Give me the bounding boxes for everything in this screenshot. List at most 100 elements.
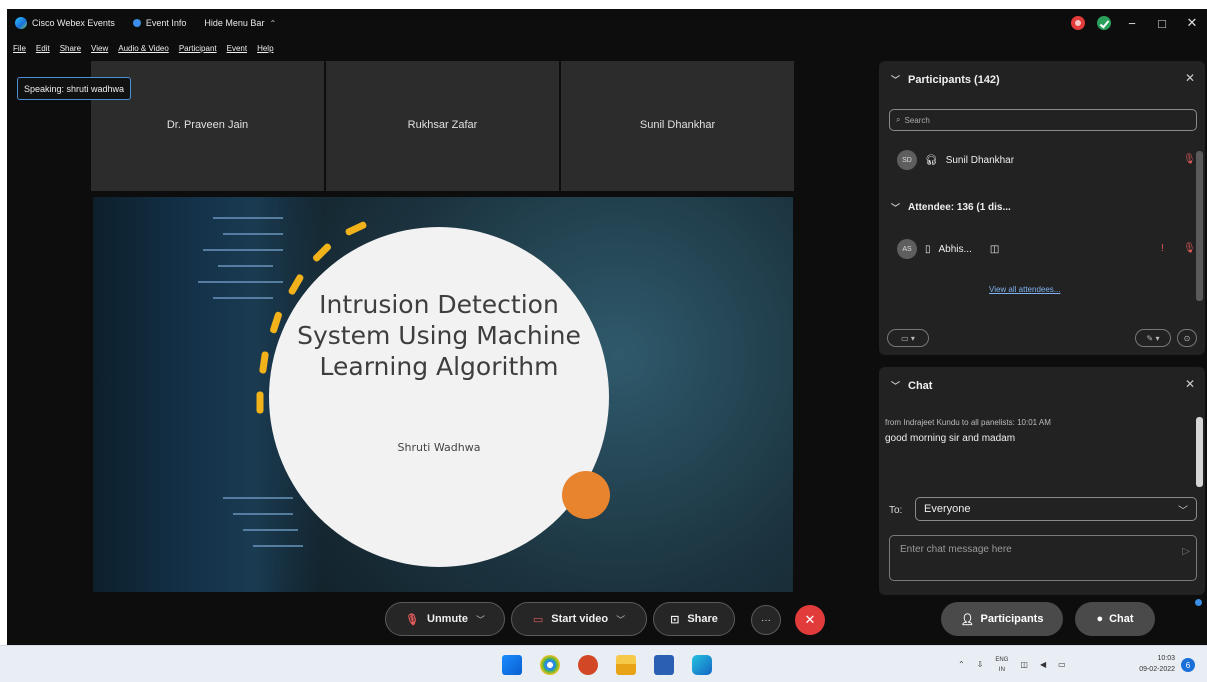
battery-icon[interactable]: ▭ <box>1058 660 1066 669</box>
chevron-down-icon: ﹀ <box>475 614 485 625</box>
close-chat-button[interactable]: ✕ <box>1185 377 1195 391</box>
chevron-down-icon: ﹀ <box>891 381 901 391</box>
unmute-button[interactable]: 🎙︎ Unmute ﹀ <box>385 602 505 636</box>
send-icon[interactable]: ▷ <box>1182 546 1190 557</box>
app-title: Cisco Webex Events <box>15 17 115 29</box>
maximize-button[interactable]: □ <box>1153 16 1171 31</box>
start-video-label: Start video <box>551 613 609 625</box>
chat-toggle-label: Chat <box>1109 613 1134 625</box>
muted-mic-icon[interactable]: 🎙︎ <box>1183 243 1196 254</box>
unmute-label: Unmute <box>427 613 468 625</box>
avatar: SD <box>897 150 917 170</box>
chrome-icon[interactable] <box>540 655 560 675</box>
view-options-button[interactable]: ▭ ▾ <box>887 329 929 347</box>
chat-toggle-button[interactable]: ● Chat <box>1075 602 1155 636</box>
decor-dash <box>344 220 368 237</box>
search-icon: ⌕ <box>896 115 901 124</box>
event-info-button[interactable]: Event Info <box>132 18 186 28</box>
shared-content: Intrusion Detection System Using Machine… <box>93 197 793 592</box>
hide-menu-bar-button[interactable]: Hide Menu Bar ⌃ <box>204 18 276 28</box>
chat-message-input[interactable]: Enter chat message here ▷ <box>889 535 1197 581</box>
menu-share[interactable]: Share <box>60 44 81 53</box>
menu-edit[interactable]: Edit <box>36 44 50 53</box>
windows-start-icon[interactable] <box>502 655 522 675</box>
recording-icon[interactable] <box>1071 16 1085 30</box>
chat-header[interactable]: ﹀ Chat <box>891 379 932 392</box>
clock-time: 10:03 <box>1157 655 1175 662</box>
video-thumbnail[interactable]: Sunil Dhankhar <box>561 61 794 191</box>
participant-name: Rukhsar Zafar <box>407 119 478 131</box>
muted-mic-icon[interactable]: 🎙︎ <box>1183 154 1196 165</box>
menu-file[interactable]: File <box>13 44 26 53</box>
view-all-attendees-link[interactable]: View all attendees... <box>989 285 1060 294</box>
language-bottom: IN <box>998 666 1005 673</box>
chat-message-sender: from Indrajeet Kundu to all panelists: 1… <box>885 418 1051 427</box>
participants-scrollbar[interactable] <box>1196 151 1203 301</box>
clock[interactable]: 10:03 09-02-2022 <box>1139 653 1175 675</box>
chevron-up-icon: ⌃ <box>269 18 277 28</box>
windows-taskbar: ⌃ ⇩ ENG IN ◫ ◀︎ ▭ 10:03 09-02-2022 6 <box>0 645 1207 682</box>
chevron-down-icon: ﹀ <box>616 614 626 625</box>
chevron-down-icon: ﹀ <box>1178 505 1188 517</box>
info-icon <box>132 19 141 27</box>
participants-title: Participants (142) <box>908 73 1000 86</box>
close-participants-button[interactable]: ✕ <box>1185 71 1195 85</box>
menu-help[interactable]: Help <box>257 44 273 53</box>
participants-toggle-label: Participants <box>980 613 1044 625</box>
participant-row[interactable]: SD 🎧︎ Sunil Dhankhar <box>897 150 1014 170</box>
menu-audio-video[interactable]: Audio & Video <box>118 44 169 53</box>
webex-window: Cisco Webex Events Event Info Hide Menu … <box>7 9 1207 645</box>
avatar: AS <box>897 239 917 259</box>
chevron-down-icon: ﹀ <box>891 75 901 85</box>
headset-icon: 🎧︎ <box>925 154 938 166</box>
slide-author: Shruti Wadhwa <box>397 441 481 454</box>
language-top: ENG <box>995 656 1009 663</box>
file-explorer-icon[interactable] <box>616 655 636 675</box>
attendee-section-header[interactable]: ﹀ Attendee: 136 (1 dis... <box>891 201 1011 214</box>
title-circle <box>269 227 609 567</box>
share-label: Share <box>687 613 718 625</box>
title-bar: Cisco Webex Events Event Info Hide Menu … <box>7 9 1207 37</box>
chat-scrollbar[interactable] <box>1196 417 1203 487</box>
powerpoint-icon[interactable] <box>578 655 598 675</box>
webex-taskbar-icon[interactable] <box>692 655 712 675</box>
word-icon[interactable] <box>654 655 674 675</box>
minimize-button[interactable]: − <box>1123 16 1141 31</box>
clock-date: 09-02-2022 <box>1139 666 1175 673</box>
menu-bar: File Edit Share View Audio & Video Parti… <box>7 39 277 57</box>
more-options-button[interactable]: ··· <box>751 605 781 635</box>
close-window-button[interactable]: ✕ <box>1183 15 1201 31</box>
participants-toggle-button[interactable]: 👤︎ Participants <box>941 602 1063 636</box>
notification-badge[interactable]: 6 <box>1181 658 1195 672</box>
participant-name: Sunil Dhankhar <box>945 154 1015 166</box>
menu-view[interactable]: View <box>91 44 108 53</box>
start-video-button[interactable]: ▭ Start video ﹀ <box>511 602 647 636</box>
window-controls: − □ ✕ <box>1071 9 1201 37</box>
device-status-icon: ◫ <box>989 243 1000 255</box>
network-icon[interactable]: ◫ <box>1020 660 1028 669</box>
menu-event[interactable]: Event <box>227 44 247 53</box>
secure-connection-icon[interactable] <box>1097 16 1111 30</box>
reactions-button[interactable]: ✎ ▾ <box>1135 329 1171 347</box>
menu-participant[interactable]: Participant <box>179 44 217 53</box>
alert-icon: ! <box>1161 243 1164 254</box>
participant-name: Sunil Dhankhar <box>639 119 716 131</box>
chat-message-text: good morning sir and madam <box>885 433 1016 444</box>
hide-menu-label: Hide Menu Bar <box>204 18 265 28</box>
chat-bubble-icon: ● <box>1096 613 1104 625</box>
more-options-icon[interactable]: ⊙ <box>1177 329 1197 347</box>
notification-dot-icon <box>1195 599 1202 606</box>
chevron-up-icon[interactable]: ⌃ <box>958 660 965 669</box>
language-indicator[interactable]: ENG IN <box>995 655 1008 675</box>
chat-recipient-select[interactable]: Everyone ﹀ <box>915 497 1197 521</box>
video-thumbnail[interactable]: Rukhsar Zafar <box>326 61 559 191</box>
participant-row[interactable]: AS ▯ Abhis... ◫ <box>897 239 999 259</box>
usb-icon[interactable]: ⇩ <box>977 660 984 669</box>
participant-search-input[interactable]: ⌕ Search <box>889 109 1197 131</box>
share-button[interactable]: ⊡ Share <box>653 602 735 636</box>
volume-icon[interactable]: ◀︎ <box>1040 660 1046 669</box>
leave-meeting-button[interactable]: ✕ <box>795 605 825 635</box>
decor-dash <box>256 391 264 414</box>
participants-panel: ﹀ Participants (142) ✕ ⌕ Search SD 🎧︎ Su… <box>879 61 1205 355</box>
participants-header[interactable]: ﹀ Participants (142) <box>891 73 1000 86</box>
